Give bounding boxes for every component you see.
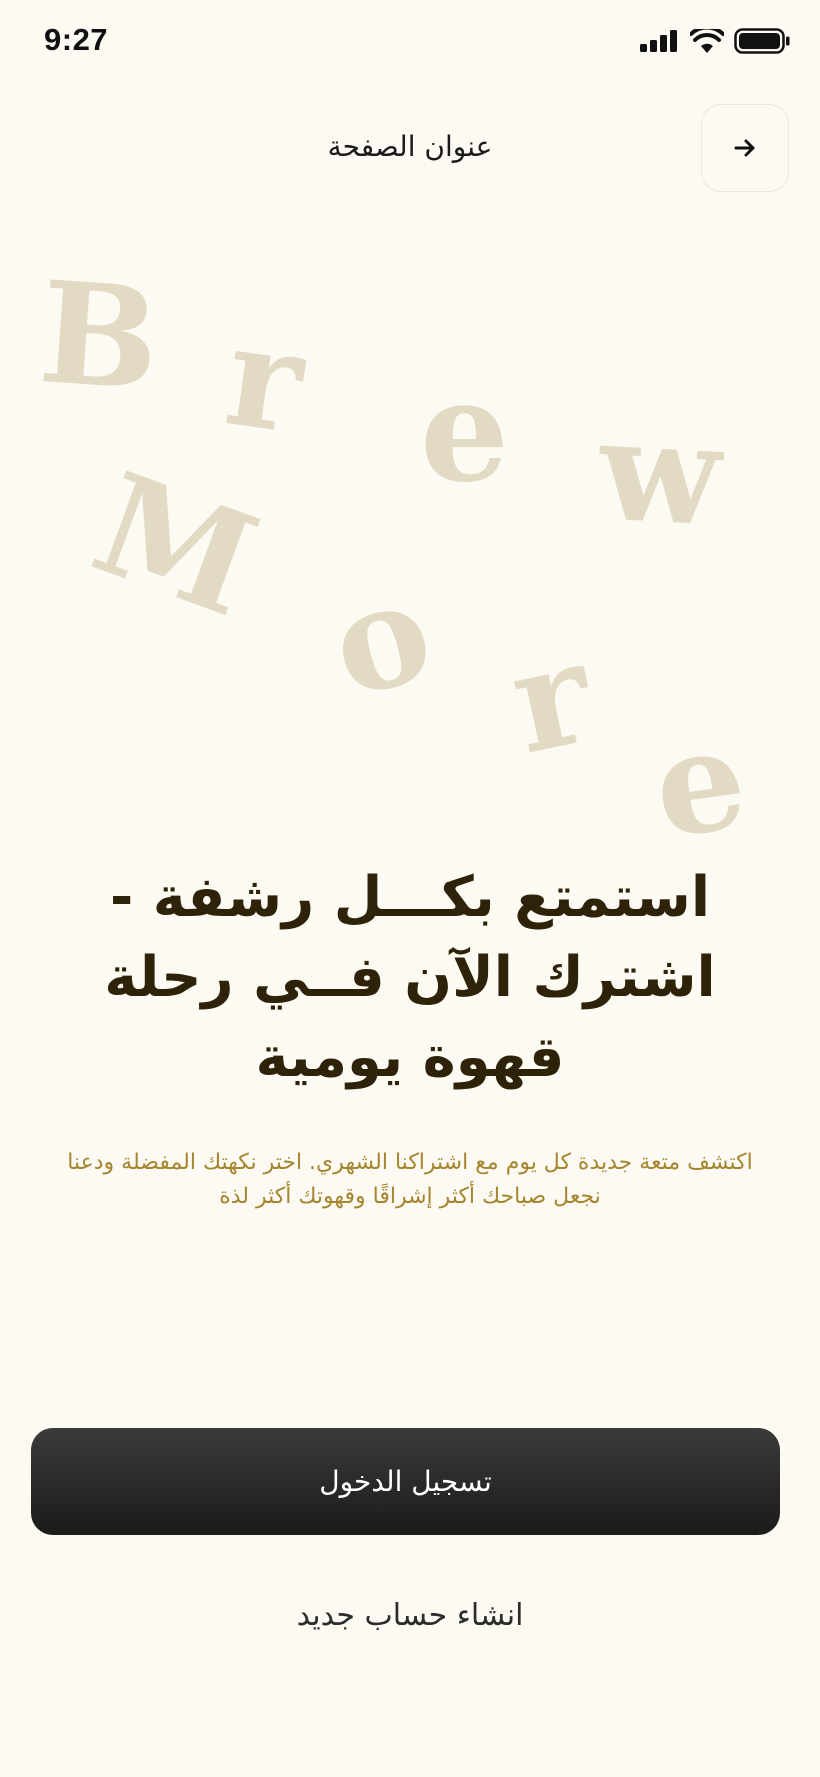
status-bar: 9:27 [0,0,820,90]
headline: استمتع بكـــل رشفة - اشترك الآن فــي رحل… [104,865,716,1090]
page-header: عنوان الصفحة [0,100,820,200]
art-letter: r [217,294,315,467]
battery-icon [734,28,790,54]
login-button[interactable]: تسجيل الدخول [31,1428,780,1535]
wifi-icon [690,29,724,53]
arrow-right-icon [734,139,755,157]
cellular-signal-icon [640,30,677,52]
art-letter: r [498,610,606,786]
login-button-label: تسجيل الدخول [319,1465,492,1498]
page-title: عنوان الصفحة [327,130,493,163]
brew-more-artwork: B r e w M o r e [35,251,756,860]
create-account-link[interactable]: انشاء حساب جديد [0,1598,820,1633]
art-letter: B [35,251,164,423]
back-button[interactable] [701,104,789,192]
art-letter: M [74,442,276,649]
art-letter: o [315,548,448,731]
description: اكتشف متعة جديدة كل يوم مع اشتراكنا الشه… [67,1150,753,1209]
art-letter: w [594,388,728,558]
status-time: 9:27 [44,22,109,57]
art-letter: e [644,696,755,860]
status-icons [640,28,790,54]
art-letter: e [420,350,509,514]
